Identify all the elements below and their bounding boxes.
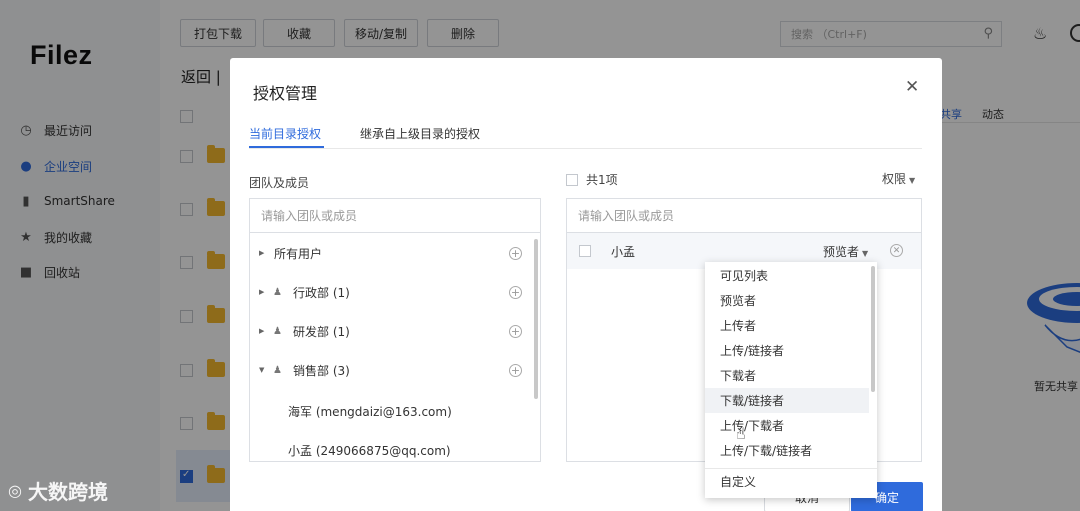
role-option[interactable]: 下载者 <box>705 363 869 388</box>
role-option-hovered[interactable]: 下载/链接者 <box>705 388 869 413</box>
dialog-title: 授权管理 <box>253 84 318 103</box>
tree-label: 销售部 (3) <box>293 363 350 378</box>
member-item[interactable]: 小孟 (249066875@qq.com) <box>288 442 451 459</box>
role-option[interactable]: 上传/下载者 <box>705 413 869 438</box>
authorized-search-input[interactable]: 请输入团队或成员 <box>567 199 921 233</box>
expand-icon[interactable]: ▶ <box>259 327 267 335</box>
caret-down-icon: ▼ <box>909 176 916 185</box>
tree-item-admin[interactable]: ▶ ♟ 行政部 (1) + <box>250 279 530 305</box>
group-icon: ♟ <box>273 286 282 298</box>
tab-inherited[interactable]: 继承自上级目录的授权 <box>360 125 480 142</box>
tree-item-sales[interactable]: ▼ ♟ 销售部 (3) + <box>250 357 530 383</box>
expand-icon[interactable]: ▶ <box>259 288 267 296</box>
teams-members-label: 团队及成员 <box>249 176 310 190</box>
team-search-input[interactable]: 请输入团队或成员 <box>250 199 540 233</box>
role-option[interactable]: 可见列表 <box>705 263 869 288</box>
add-icon[interactable]: + <box>509 246 522 260</box>
watermark-text: 大数跨境 <box>27 480 108 504</box>
team-search-placeholder: 请输入团队或成员 <box>261 209 358 223</box>
caret-down-icon: ▼ <box>862 249 869 258</box>
role-dropdown-menu: 可见列表 预览者 上传者 上传/链接者 下载者 下载/链接者 上传/下载者 上传… <box>705 262 877 498</box>
role-option[interactable]: 上传/下载/链接者 <box>705 438 869 463</box>
collapse-icon[interactable]: ▼ <box>259 366 267 374</box>
permission-header-label: 权限 <box>882 172 907 186</box>
close-icon[interactable]: ✕ <box>905 78 919 96</box>
role-option-custom[interactable]: 自定义 <box>705 469 869 494</box>
group-icon: ♟ <box>273 325 282 337</box>
add-icon[interactable]: + <box>509 285 522 299</box>
member-item[interactable]: 海军 (mengdaizi@163.com) <box>288 403 452 420</box>
remove-icon[interactable]: ✕ <box>890 244 903 257</box>
tree-label: 所有用户 <box>274 246 323 261</box>
selected-count: 共1项 <box>586 173 618 187</box>
selected-count-row: 共1项 <box>566 171 618 188</box>
hand-cursor-icon: ☝ <box>736 424 746 443</box>
group-icon: ♟ <box>273 364 282 376</box>
tree-label: 行政部 (1) <box>293 285 350 300</box>
tree-item-all-users[interactable]: ▶ 所有用户 + <box>250 240 530 266</box>
user-name: 小孟 <box>611 244 636 259</box>
expand-icon[interactable]: ▶ <box>259 249 267 257</box>
role-option[interactable]: 上传者 <box>705 313 869 338</box>
add-icon[interactable]: + <box>509 363 522 377</box>
watermark: ◎ 大数跨境 <box>8 476 108 505</box>
tab-divider <box>249 148 922 149</box>
add-icon[interactable]: + <box>509 324 522 338</box>
role-option[interactable]: 上传/链接者 <box>705 338 869 363</box>
active-tab-indicator <box>249 146 324 148</box>
authorized-search-placeholder: 请输入团队或成员 <box>578 209 675 223</box>
role-option[interactable]: 预览者 <box>705 288 869 313</box>
tree-label: 研发部 (1) <box>293 324 350 339</box>
tree-scrollbar[interactable] <box>534 239 538 399</box>
role-value: 预览者 <box>823 245 860 259</box>
tree-item-rd[interactable]: ▶ ♟ 研发部 (1) + <box>250 318 530 344</box>
role-select[interactable]: 预览者 ▼ <box>823 243 868 260</box>
permission-header[interactable]: 权限 ▼ <box>882 170 915 187</box>
row-checkbox[interactable] <box>579 245 591 257</box>
watermark-logo-icon: ◎ <box>8 481 22 500</box>
team-tree-panel: 请输入团队或成员 ▶ 所有用户 + ▶ ♟ 行政部 (1) + ▶ ♟ 研发部 … <box>249 198 541 462</box>
dropdown-scrollbar[interactable] <box>871 266 875 392</box>
select-all-checkbox[interactable] <box>566 173 578 186</box>
tab-current-directory[interactable]: 当前目录授权 <box>249 125 321 142</box>
